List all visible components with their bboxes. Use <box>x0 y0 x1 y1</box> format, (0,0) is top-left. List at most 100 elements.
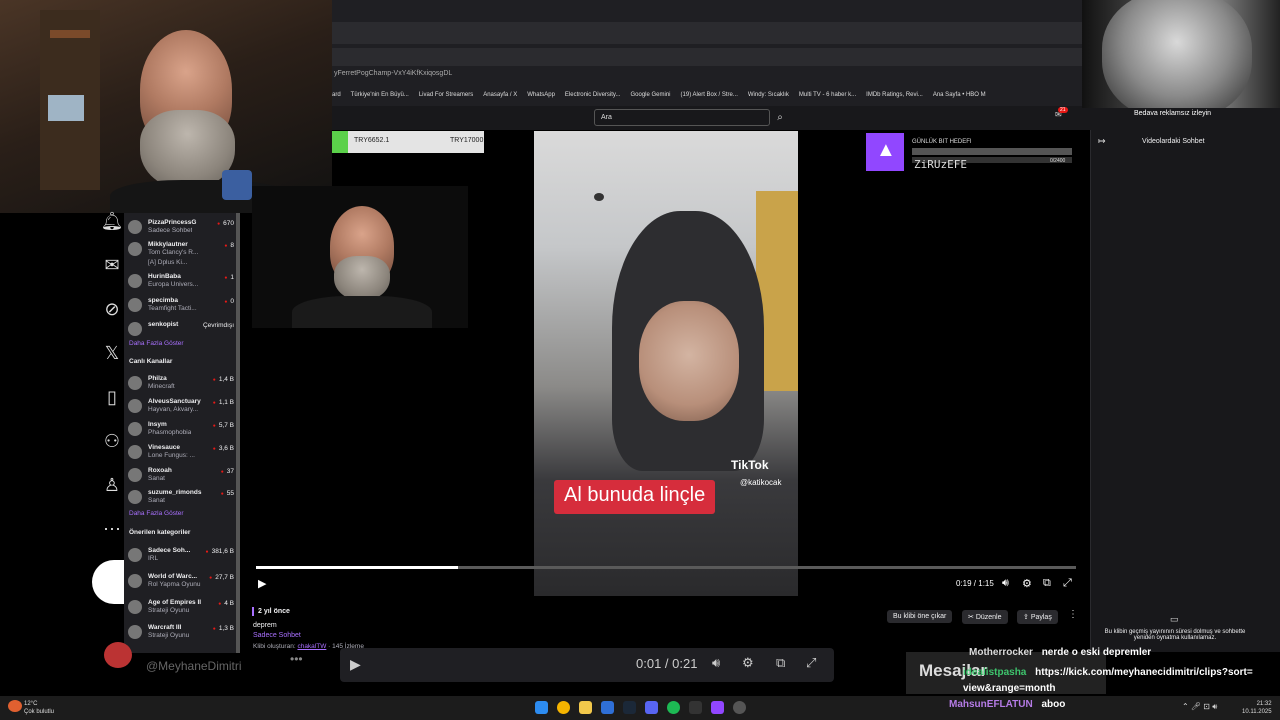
discord-icon[interactable] <box>645 701 658 714</box>
followed-channels-sidebar: PizzaPrincessGSadece Sohbet 670 Mikkylautn… <box>124 213 238 653</box>
search-icon[interactable]: ⌕ <box>771 109 789 126</box>
more-options-icon[interactable]: ⋮ <box>1068 609 1078 620</box>
bookmark-item[interactable]: Electronic Diversity... <box>565 92 621 98</box>
sidebar-channel-item[interactable]: World of Warc...Rol Yapma Oyunu 27,7 B <box>128 571 236 593</box>
system-clock[interactable]: 21:32 10.11.2025 <box>1242 700 1272 716</box>
search-input[interactable]: Ara <box>594 109 770 126</box>
bookmark-item[interactable]: ard <box>332 92 341 98</box>
sidebar-channel-item[interactable]: PhilzaMinecraft 1,4 B <box>128 373 236 395</box>
sidebar-channel-item[interactable]: VinesauceLone Fungus: ... 3,6 B <box>128 442 236 464</box>
bookmark-item[interactable]: Multi TV - 6 haber k... <box>799 92 856 98</box>
bookmark-item[interactable]: Ana Sayfa • HBO M <box>933 92 986 98</box>
sidebar-channel-item[interactable]: specimbaTeamfight Tacti... 0 <box>128 295 236 317</box>
system-tray[interactable]: ⌃ 🎤︎ ⊡ 🔊︎ <box>1182 702 1217 712</box>
channel-avatar <box>128 574 142 588</box>
channel-avatar <box>128 274 142 288</box>
weather-temp: 12°C <box>24 701 38 707</box>
channel-avatar <box>128 422 142 436</box>
bookmark-item[interactable]: Windy: Sıcaklık <box>748 92 789 98</box>
sidebar-channel-item[interactable]: MikkylautnerTom Clancy's R... 8 <box>128 239 236 261</box>
sidebar-channel-item[interactable]: PizzaPrincessGSadece Sohbet 670 <box>128 217 236 239</box>
tiktok-watermark: TikTok <box>731 458 769 472</box>
app-icon[interactable] <box>733 701 746 714</box>
collapse-chat-icon[interactable]: ↦ <box>1098 136 1106 147</box>
viewer-count: 381,6 B <box>206 548 234 555</box>
sidebar-channel-item[interactable]: Age of Empires IIStrateji Oyunu 4 B <box>128 597 236 619</box>
obs-icon[interactable] <box>689 701 702 714</box>
chat-text: nerde o eski depremler <box>1041 647 1152 658</box>
chat-heading: Videolardaki Sohbet <box>1142 138 1205 145</box>
channel-category: Teamfight Tacti... <box>148 305 197 312</box>
sidebar-channel-item[interactable]: InsymPhasmophobia 5,7 B <box>128 419 236 441</box>
ad-free-button[interactable]: Bedava reklamsız izleyin <box>1134 110 1211 117</box>
fullscreen-icon[interactable]: ⤢ <box>1063 577 1072 590</box>
viewer-count: 5,7 B <box>213 422 234 429</box>
viewer-count: 670 <box>217 220 234 227</box>
bookmark-item[interactable]: Anasayfa / X <box>483 92 517 98</box>
sidebar-scrollbar[interactable] <box>236 213 240 653</box>
bookmarks-bar: ard Türkiye'nin En Büyü... Livad For Strea… <box>332 88 1082 102</box>
channel-name: Warcraft III <box>148 624 182 631</box>
clock-time: 21:32 <box>1256 701 1272 707</box>
url-fragment[interactable]: yFerretPogChamp-VxY4iKfKxiqosgDL <box>334 70 452 77</box>
clip-creator-link[interactable]: chakalTW <box>297 643 326 650</box>
channel-category: Europa Univers... <box>148 281 199 288</box>
clip-video[interactable] <box>534 131 798 596</box>
show-more-link[interactable]: Daha Fazla Göster <box>129 510 184 517</box>
channel-avatar <box>128 376 142 390</box>
sidebar-channel-item[interactable]: Warcraft IIIStrateji Oyunu 1,3 B <box>128 622 236 644</box>
app-icon[interactable] <box>601 701 614 714</box>
file-explorer-icon[interactable] <box>579 701 592 714</box>
bookmark-item[interactable]: IMDb Ratings, Revi... <box>866 92 923 98</box>
weather-icon[interactable] <box>8 700 22 712</box>
weather-widget[interactable]: 12°C Çok bulutlu <box>24 700 54 716</box>
feature-clip-button[interactable]: Bu klibi öne çıkar <box>887 610 953 623</box>
channel-avatar <box>128 600 142 614</box>
browser-address-bar[interactable] <box>332 48 1082 66</box>
spotify-icon[interactable] <box>667 701 680 714</box>
channel-name: Age of Empires II <box>148 599 202 606</box>
sidebar-channel-item[interactable]: HurinBabaEuropa Univers... 1 <box>128 271 236 293</box>
windows-start-icon[interactable] <box>535 701 548 714</box>
steam-icon[interactable] <box>623 701 636 714</box>
twitch-icon[interactable] <box>711 701 724 714</box>
mini-settings-icon: ⚙ <box>742 655 754 670</box>
sidebar-channel-item[interactable]: suzume_rimondsSanat 55 <box>128 487 236 509</box>
bookmark-item[interactable]: (19) Alert Box / Stre... <box>681 92 738 98</box>
play-icon[interactable]: ▶ <box>258 577 266 590</box>
show-more-link[interactable]: Daha Fazla Göster <box>129 340 184 347</box>
sidebar-channel-item[interactable]: Sadece Soh...IRL 381,6 B <box>128 545 236 567</box>
channel-avatar <box>128 445 142 459</box>
settings-icon[interactable]: ⚙ <box>1022 577 1032 590</box>
share-clip-button[interactable]: ⇪ Paylaş <box>1017 610 1058 624</box>
sidebar-channel-item[interactable]: senkopist Çevrimdışı <box>128 319 236 341</box>
clip-title: deprem <box>253 622 277 629</box>
channel-avatar <box>128 242 142 256</box>
clip-creator-label: Klibi oluşturan: <box>253 643 296 650</box>
bookmark-item[interactable]: Türkiye'nin En Büyü... <box>351 92 409 98</box>
chat-username: MahsunEFLATUN <box>949 699 1033 710</box>
sidebar-channel-item[interactable]: RoxoahSanat 37 <box>128 465 236 487</box>
weather-desc: Çok bulutlu <box>24 709 55 715</box>
channel-name: suzume_rimonds <box>148 489 202 496</box>
bookmark-item[interactable]: Livad For Streamers <box>419 92 473 98</box>
volume-icon[interactable]: 🔊︎ <box>1002 577 1009 590</box>
channel-category: IRL <box>148 555 159 562</box>
clip-category[interactable]: Sadece Sohbet <box>253 632 301 639</box>
chrome-icon[interactable] <box>557 701 570 714</box>
goal-progress-bar <box>912 148 1072 155</box>
chat-expired-message: Bu klibin geçmiş yayınının süresi dolmuş… <box>1104 629 1246 641</box>
bookmark-item[interactable]: WhatsApp <box>527 92 555 98</box>
video-caption: Al bunuda linçle <box>554 480 716 514</box>
overlay-social-icons: 🔔︎ ✉ ⊘ 𝕏 ▯ ⚇ ♙ ⋯ <box>92 205 128 605</box>
viewer-count: 55 <box>221 490 234 497</box>
edit-clip-button[interactable]: ✂ Düzenle <box>962 610 1008 624</box>
theater-icon[interactable]: ⧉ <box>1043 577 1051 590</box>
channel-name: World of Warc... <box>148 573 198 580</box>
channel-name: AlveusSanctuary <box>148 398 201 405</box>
sidebar-channel-item[interactable]: AlveusSanctuaryHayvan, Akvary... 1,1 B <box>128 396 236 418</box>
bookmark-item[interactable]: Google Gemini <box>631 92 671 98</box>
share-label: Paylaş <box>1030 614 1052 621</box>
mini-player-time: 0:01 / 0:21 <box>636 656 698 671</box>
webcam-overlay-face <box>1082 0 1280 108</box>
